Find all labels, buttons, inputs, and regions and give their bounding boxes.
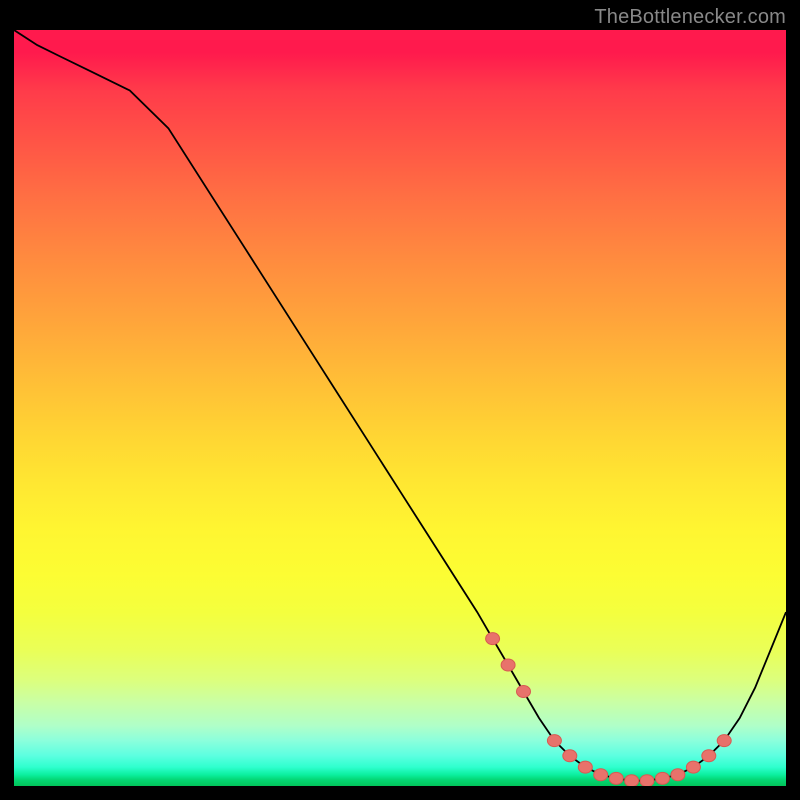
curve-marker <box>594 769 608 781</box>
curve-marker <box>563 750 577 762</box>
attribution-label: TheBottlenecker.com <box>594 6 786 29</box>
curve-marker <box>717 735 731 747</box>
bottleneck-curve <box>14 30 786 786</box>
curve-marker <box>501 659 515 671</box>
curve-marker <box>702 750 716 762</box>
curve-marker <box>547 735 561 747</box>
curve-marker <box>640 775 654 786</box>
curve-marker <box>625 775 639 786</box>
curve-marker <box>486 633 500 645</box>
heatmap-background <box>14 30 786 786</box>
curve-marker <box>671 769 685 781</box>
curve-marker <box>609 772 623 784</box>
curve-marker <box>656 772 670 784</box>
curve-marker <box>578 761 592 773</box>
curve-marker <box>686 761 700 773</box>
curve-marker <box>517 686 531 698</box>
